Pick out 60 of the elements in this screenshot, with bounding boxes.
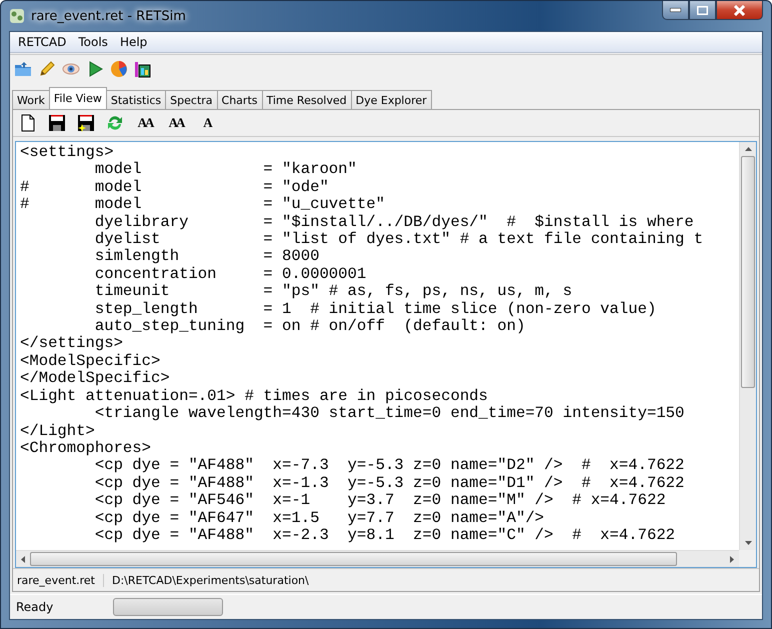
code-line: <cp dye = "AF488" x=-2.3 y=8.1 z=0 name="C" /> # x=4.7622 [94,526,676,544]
save-as-icon[interactable] [77,114,95,132]
code-line: timeunit = "ps" # as, fs, ps, ns, us, m, s [94,283,574,301]
tab[interactable]: Charts [216,90,262,109]
horizontal-scrollbar[interactable] [16,550,739,567]
code-line: <ModelSpecific> [20,352,162,370]
code-line: <cp dye = "AF546" x=-1 y=3.7 z=0 name="M" /> # x=4.7622 [94,492,667,510]
menu-item[interactable]: RETCAD [12,35,72,49]
tab[interactable]: File View [48,87,107,109]
app-icon [9,8,25,24]
tab[interactable]: Dye Explorer [350,90,432,109]
tab[interactable]: Time Resolved [262,90,352,109]
code-line: # model = "ode" [20,178,330,196]
code-line: concentration = 0.0000001 [94,266,368,284]
code-line: # model = "u_cuvette" [20,196,386,214]
scrollbar-thumb[interactable] [30,552,677,566]
code-line: <cp dye = "AF488" x=-7.3 y=-5.3 z=0 name="D2" /> # x=4.7622 [94,457,686,475]
tab[interactable]: Statistics [106,90,166,109]
tab[interactable]: Work [12,90,50,109]
text-editor[interactable] [15,141,757,568]
vertical-scrollbar[interactable] [739,142,756,550]
save-icon[interactable] [48,114,66,132]
code-line: dyelibrary = "$install/../DB/dyes/" # $install is where [94,214,695,232]
scrollbar-corner [739,550,756,567]
code-line: </settings> [20,335,124,353]
code-line: </Light> [20,422,96,440]
refresh-icon[interactable] [106,114,124,132]
window-title: rare_event.ret - RETSim [31,8,186,24]
code-line: step_length = 1 # initial time slice (non-zero value) [94,300,658,318]
maximize-icon [697,6,708,14]
font-size-icon[interactable]: AA [166,115,186,131]
pencil-icon[interactable] [38,60,56,78]
code-line: <settings> [20,144,115,162]
minimize-icon [670,8,681,12]
tab[interactable]: Spectra [165,90,218,109]
scrollbar-thumb[interactable] [741,156,755,388]
code-line: dyelist = "list of dyes.txt" # a text file containing t [94,231,704,248]
menu-item[interactable]: Help [114,35,154,49]
new-file-icon[interactable] [19,114,37,132]
font-size-icon[interactable]: A [197,115,217,131]
pie-chart-icon[interactable] [110,60,128,78]
menu-item[interactable]: Tools [72,35,114,49]
code-line: </ModelSpecific> [20,370,171,388]
font-size-icon[interactable]: AA [135,115,155,131]
maximize-button[interactable] [689,1,716,20]
close-button[interactable] [716,1,763,20]
minimize-button[interactable] [662,1,689,20]
code-line: <Chromophores> [20,440,152,458]
code-line: <cp dye = "AF488" x=-1.3 y=-5.3 z=0 name="D1" /> # x=4.7622 [94,474,686,492]
code-line: <triangle wavelength=430 start_time=0 end_time=70 intensity=150 [94,405,686,422]
code-line: model = "karoon" [94,161,358,179]
folder-icon[interactable] [14,60,32,78]
folder-path: D:\RETCAD\Experiments\saturation\ [103,574,309,586]
code-line: <cp dye = "AF647" x=1.5 y=7.7 z=0 name="A"/> [94,510,546,527]
code-line: simlength = 8000 [94,248,320,266]
status-text: Ready [16,600,54,614]
code-line: <Light attenuation=.01> # times are in picoseconds [20,388,489,406]
close-icon [733,4,746,16]
file-name: rare_event.ret [16,574,96,586]
code-line: auto_step_tuning = on # on/off (default: on) [94,318,526,336]
